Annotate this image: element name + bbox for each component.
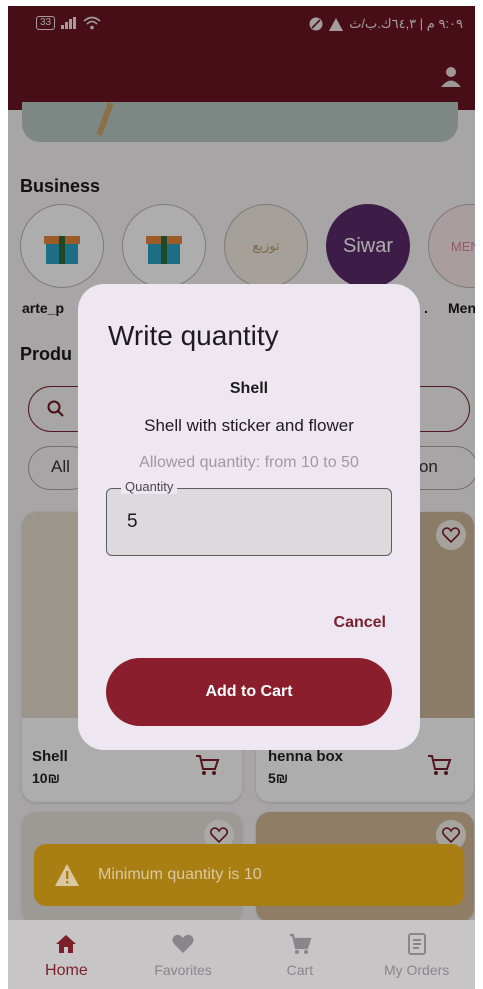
nav-label: Home	[45, 962, 88, 979]
dialog-title: Write quantity	[108, 320, 279, 351]
nav-favorites[interactable]: Favorites	[125, 920, 242, 989]
nav-label: Favorites	[154, 962, 212, 978]
cancel-button[interactable]: Cancel	[334, 614, 386, 632]
nav-my-orders[interactable]: My Orders	[358, 920, 475, 989]
heart-icon	[172, 934, 194, 953]
quantity-field-value: 5	[127, 511, 138, 532]
add-to-cart-button[interactable]: Add to Cart	[106, 658, 392, 726]
snackbar-message: Minimum quantity is 10	[98, 866, 262, 883]
orders-icon	[407, 933, 426, 955]
cart-icon	[289, 933, 312, 954]
app-screen: 33 ٩:٠٩ م | ٦٤,٣ك.ب/ث Business توزيع Siw…	[8, 6, 475, 989]
dialog-product-name: Shell	[229, 380, 269, 397]
dialog-product-description: Shell with sticker and flower	[144, 416, 354, 435]
nav-label: Cart	[286, 962, 314, 978]
quantity-field-label: Quantity	[121, 479, 178, 494]
nav-cart[interactable]: Cart	[242, 920, 359, 989]
nav-home[interactable]: Home	[8, 920, 125, 989]
quantity-dialog: Write quantity Shell Shell with sticker …	[78, 284, 420, 750]
warning-icon	[55, 864, 79, 886]
bottom-navigation: Home Favorites Cart My Orders	[8, 920, 475, 989]
home-icon	[56, 935, 77, 953]
nav-label: My Orders	[383, 962, 450, 978]
dialog-allowed-range: Allowed quantity: from 10 to 50	[139, 454, 359, 471]
quantity-input[interactable]: Quantity 5	[106, 479, 392, 556]
snackbar: Minimum quantity is 10	[34, 844, 464, 906]
